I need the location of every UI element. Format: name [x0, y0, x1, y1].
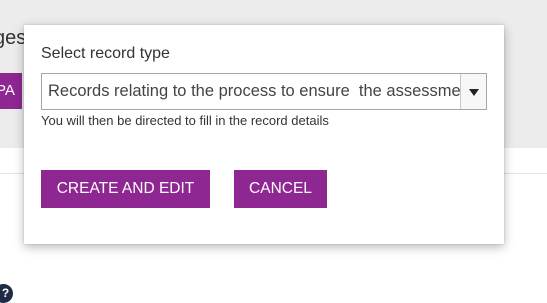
- record-type-select[interactable]: Records relating to the process to ensur…: [41, 73, 487, 110]
- record-type-selected-value: Records relating to the process to ensur…: [48, 82, 460, 100]
- background-button[interactable]: PA: [0, 73, 22, 109]
- help-icon[interactable]: ?: [0, 284, 13, 303]
- create-and-edit-button[interactable]: CREATE AND EDIT: [41, 170, 210, 208]
- cancel-button[interactable]: CANCEL: [234, 170, 327, 208]
- page-heading: ges: [0, 27, 27, 49]
- helper-text: You will then be directed to fill in the…: [41, 113, 329, 128]
- select-record-type-dialog: Select record type Records relating to t…: [24, 25, 504, 244]
- chevron-down-icon: [469, 89, 479, 96]
- dialog-title: Select record type: [41, 45, 170, 62]
- dropdown-toggle[interactable]: [460, 74, 486, 109]
